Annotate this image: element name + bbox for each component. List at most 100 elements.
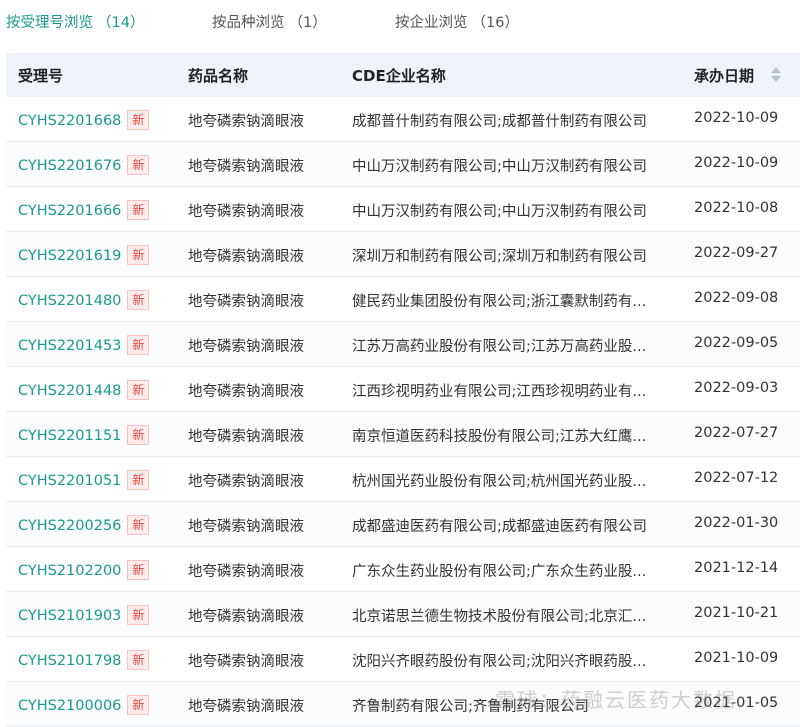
new-badge: 新 — [127, 155, 150, 175]
table-row: CYHS2201051 新 地夸磷索钠滴眼液 杭州国光药业股份有限公司;杭州国光药业股… — [6, 457, 800, 502]
new-badge: 新 — [127, 605, 150, 625]
date-cell: 2021-10-21 — [694, 605, 779, 621]
acceptance-number-cell: CYHS2100006 新 — [18, 695, 150, 715]
tab-by-acceptance-number[interactable]: 按受理号浏览 （14） — [6, 11, 144, 32]
table-row: CYHS2102200 新 地夸磷索钠滴眼液 广东众生药业股份有限公司;广东众生药业股… — [6, 547, 800, 592]
drug-name-cell: 地夸磷索钠滴眼液 — [188, 699, 304, 715]
header-date[interactable]: 承办日期 — [694, 65, 754, 86]
acceptance-number-link[interactable]: CYHS2101798 — [18, 653, 121, 669]
company-name-cell: 北京诺思兰德生物技术股份有限公司;北京汇... — [352, 609, 647, 625]
acceptance-number-link[interactable]: CYHS2201051 — [18, 473, 121, 489]
acceptance-number-link[interactable]: CYHS2201453 — [18, 338, 121, 354]
date-cell: 2022-09-05 — [694, 335, 779, 351]
table-row: CYHS2201448 新 地夸磷索钠滴眼液 江西珍视明药业有限公司;江西珍视明药业有… — [6, 367, 800, 412]
acceptance-number-cell: CYHS2102200 新 — [18, 560, 150, 580]
acceptance-number-cell: CYHS2101903 新 — [18, 605, 150, 625]
new-badge: 新 — [127, 560, 150, 580]
drug-name-cell: 地夸磷索钠滴眼液 — [188, 339, 304, 355]
table-row: CYHS2101798 新 地夸磷索钠滴眼液 沈阳兴齐眼药股份有限公司;沈阳兴齐眼药股… — [6, 637, 800, 682]
date-cell: 2022-09-27 — [694, 245, 779, 261]
date-cell: 2021-12-14 — [694, 560, 779, 576]
acceptance-number-link[interactable]: CYHS2100006 — [18, 698, 121, 714]
header-company-name: CDE企业名称 — [352, 67, 446, 85]
date-cell: 2021-10-09 — [694, 650, 779, 666]
acceptance-number-link[interactable]: CYHS2201676 — [18, 158, 121, 174]
acceptance-number-cell: CYHS2201151 新 — [18, 425, 150, 445]
acceptance-number-link[interactable]: CYHS2201619 — [18, 248, 121, 264]
acceptance-number-cell: CYHS2201619 新 — [18, 245, 150, 265]
acceptance-number-link[interactable]: CYHS2201151 — [18, 428, 121, 444]
drug-name-cell: 地夸磷索钠滴眼液 — [188, 474, 304, 490]
drug-name-cell: 地夸磷索钠滴眼液 — [188, 429, 304, 445]
acceptance-number-link[interactable]: CYHS2200256 — [18, 518, 121, 534]
acceptance-number-link[interactable]: CYHS2201666 — [18, 203, 121, 219]
acceptance-number-link[interactable]: CYHS2201480 — [18, 293, 121, 309]
browse-tabs: 按受理号浏览 （14） 按品种浏览 （1） 按企业浏览 （16） — [0, 0, 800, 40]
drug-name-cell: 地夸磷索钠滴眼液 — [188, 159, 304, 175]
new-badge: 新 — [127, 650, 150, 670]
table-row: CYHS2201619 新 地夸磷索钠滴眼液 深圳万和制药有限公司;深圳万和制药有限公… — [6, 232, 800, 277]
company-name-cell: 中山万汉制药有限公司;中山万汉制药有限公司 — [352, 204, 647, 220]
company-name-cell: 成都普什制药有限公司;成都普什制药有限公司 — [352, 114, 647, 130]
acceptance-number-cell: CYHS2201448 新 — [18, 380, 150, 400]
company-name-cell: 沈阳兴齐眼药股份有限公司;沈阳兴齐眼药股... — [352, 654, 647, 670]
tab-count: （16） — [471, 15, 519, 31]
company-name-cell: 深圳万和制药有限公司;深圳万和制药有限公司 — [352, 249, 647, 265]
acceptance-number-cell: CYHS2200256 新 — [18, 515, 150, 535]
tab-count: （14） — [97, 15, 145, 31]
tab-label: 按企业浏览 — [395, 15, 468, 31]
company-name-cell: 中山万汉制药有限公司;中山万汉制药有限公司 — [352, 159, 647, 175]
date-cell: 2022-10-09 — [694, 155, 779, 171]
drug-name-cell: 地夸磷索钠滴眼液 — [188, 519, 304, 535]
drug-name-cell: 地夸磷索钠滴眼液 — [188, 654, 304, 670]
table-row: CYHS2201151 新 地夸磷索钠滴眼液 南京恒道医药科技股份有限公司;江苏大红鹰… — [6, 412, 800, 457]
drug-name-cell: 地夸磷索钠滴眼液 — [188, 114, 304, 130]
date-cell: 2022-09-03 — [694, 380, 779, 396]
date-cell: 2022-10-09 — [694, 110, 779, 126]
new-badge: 新 — [127, 335, 150, 355]
company-name-cell: 成都盛迪医药有限公司;成都盛迪医药有限公司 — [352, 519, 647, 535]
acceptance-number-cell: CYHS2201676 新 — [18, 155, 150, 175]
acceptance-number-cell: CYHS2201480 新 — [18, 290, 150, 310]
acceptance-number-cell: CYHS2201666 新 — [18, 200, 150, 220]
drug-name-cell: 地夸磷索钠滴眼液 — [188, 294, 304, 310]
new-badge: 新 — [127, 245, 150, 265]
sort-icon[interactable] — [770, 65, 782, 85]
new-badge: 新 — [127, 425, 150, 445]
drug-name-cell: 地夸磷索钠滴眼液 — [188, 564, 304, 580]
table-row: CYHS2200256 新 地夸磷索钠滴眼液 成都盛迪医药有限公司;成都盛迪医药有限公… — [6, 502, 800, 547]
acceptance-number-link[interactable]: CYHS2201668 — [18, 113, 121, 129]
company-name-cell: 健民药业集团股份有限公司;浙江囊默制药有... — [352, 294, 647, 310]
table-row: CYHS2201453 新 地夸磷索钠滴眼液 江苏万高药业股份有限公司;江苏万高药业股… — [6, 322, 800, 367]
date-cell: 2022-07-12 — [694, 470, 779, 486]
acceptance-number-link[interactable]: CYHS2102200 — [18, 563, 121, 579]
tab-by-company[interactable]: 按企业浏览 （16） — [395, 11, 519, 32]
table-row: CYHS2201666 新 地夸磷索钠滴眼液 中山万汉制药有限公司;中山万汉制药有限公… — [6, 187, 800, 232]
new-badge: 新 — [127, 380, 150, 400]
tab-label: 按受理号浏览 — [6, 15, 93, 31]
new-badge: 新 — [127, 290, 150, 310]
new-badge: 新 — [127, 110, 150, 130]
new-badge: 新 — [127, 470, 150, 490]
date-cell: 2022-10-08 — [694, 200, 779, 216]
acceptance-number-link[interactable]: CYHS2101903 — [18, 608, 121, 624]
acceptance-number-cell: CYHS2201051 新 — [18, 470, 150, 490]
new-badge: 新 — [127, 200, 150, 220]
table-row: CYHS2101903 新 地夸磷索钠滴眼液 北京诺思兰德生物技术股份有限公司;北京汇… — [6, 592, 800, 637]
drug-name-cell: 地夸磷索钠滴眼液 — [188, 384, 304, 400]
acceptance-number-cell: CYHS2101798 新 — [18, 650, 150, 670]
company-name-cell: 江西珍视明药业有限公司;江西珍视明药业有... — [352, 384, 647, 400]
table-body: CYHS2201668 新地夸磷索钠滴眼液 成都普什制药有限公司;成都普什制药有限公… — [6, 97, 800, 727]
company-name-cell: 广东众生药业股份有限公司;广东众生药业股... — [352, 564, 647, 580]
drug-name-cell: 地夸磷索钠滴眼液 — [188, 609, 304, 625]
drug-name-cell: 地夸磷索钠滴眼液 — [188, 204, 304, 220]
acceptance-number-link[interactable]: CYHS2201448 — [18, 383, 121, 399]
new-badge: 新 — [127, 695, 150, 715]
tab-count: （1） — [288, 15, 327, 31]
results-table: 受理号 药品名称 CDE企业名称 承办日期 CYHS2201668 新地夸磷索钠滴… — [6, 53, 800, 727]
acceptance-number-cell: CYHS2201668 新 — [18, 110, 150, 130]
table-row: CYHS2201668 新 地夸磷索钠滴眼液 成都普什制药有限公司;成都普什制药有限公… — [6, 97, 800, 142]
table-row: CYHS2201480 新 地夸磷索钠滴眼液 健民药业集团股份有限公司;浙江囊默制药有… — [6, 277, 800, 322]
company-name-cell: 杭州国光药业股份有限公司;杭州国光药业股... — [352, 474, 647, 490]
tab-by-variety[interactable]: 按品种浏览 （1） — [212, 11, 327, 32]
